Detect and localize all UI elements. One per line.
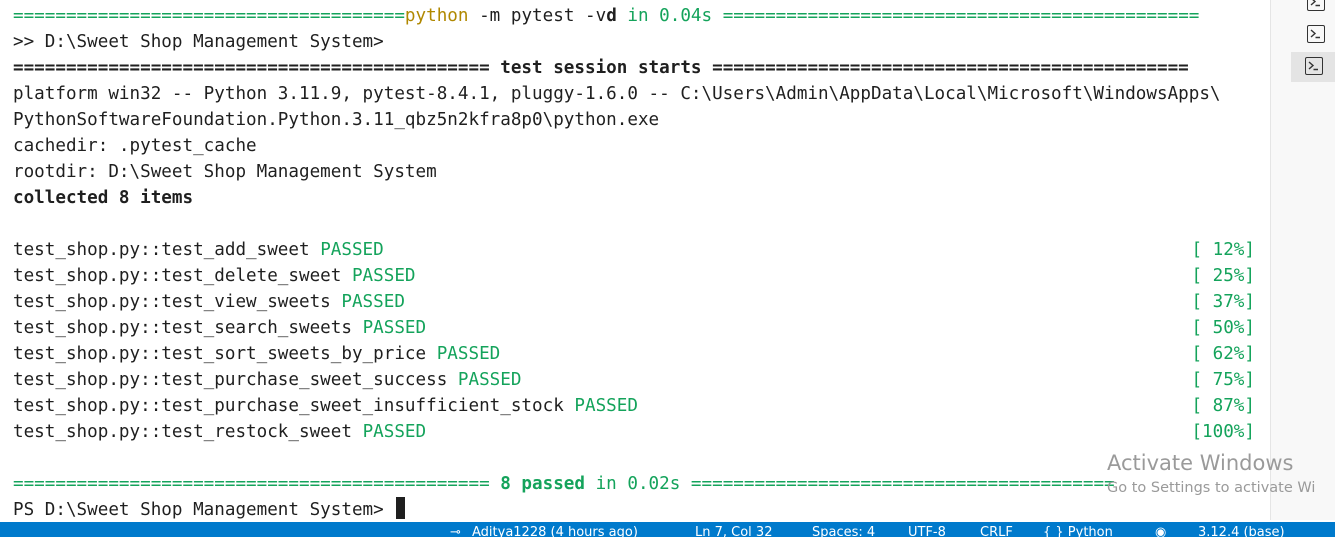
terminal-tab-2[interactable] [1293, 20, 1335, 50]
watermark-title: Activate Windows [1107, 451, 1294, 475]
test-result-row: test_shop.py::test_restock_sweet PASSED [… [13, 419, 1270, 445]
test-status: PASSED [436, 344, 501, 364]
test-result-row: test_shop.py::test_delete_sweet PASSED [ … [13, 263, 1270, 289]
test-status: PASSED [362, 422, 427, 442]
test-progress: [ 75%] [1191, 370, 1255, 390]
cursor-position[interactable]: Ln 7, Col 32 [695, 523, 772, 537]
platform-info-line: platform win32 -- Python 3.11.9, pytest-… [13, 84, 1221, 104]
test-name: test_shop.py::test_delete_sweet [13, 266, 342, 286]
python-interpreter[interactable]: 3.12.4 (base) [1198, 523, 1285, 537]
terminal-list-panel [1270, 0, 1335, 520]
test-name: test_shop.py::test_sort_sweets_by_price [13, 344, 427, 364]
test-name: test_shop.py::test_view_sweets [13, 292, 331, 312]
active-prompt-line[interactable]: PS D:\Sweet Shop Management System> [13, 497, 406, 520]
session-start-banner: ========================================… [13, 58, 1189, 78]
summary-banner: ========================================… [13, 474, 1115, 494]
test-status: PASSED [574, 396, 638, 416]
git-blame-status[interactable]: Aditya1228 (4 hours ago) [472, 523, 638, 537]
test-status: PASSED [320, 240, 384, 260]
file-encoding[interactable]: UTF-8 [908, 523, 946, 537]
activate-windows-watermark: Activate Windows Go to Settings to activ… [1107, 450, 1315, 498]
terminal-panel[interactable]: =====================================pyt… [0, 0, 1270, 520]
rootdir-line: rootdir: D:\Sweet Shop Management System [13, 162, 437, 182]
test-result-row: test_shop.py::test_add_sweet PASSED [ 12%… [13, 237, 1270, 263]
status-bar: ⊸ Aditya1228 (4 hours ago) Ln 7, Col 32 … [0, 522, 1335, 537]
terminal-tab-1[interactable] [1293, 0, 1335, 18]
command-prompt-line: >> D:\Sweet Shop Management System> [13, 32, 384, 52]
prompt-text: PS D:\Sweet Shop Management System> [13, 500, 395, 520]
test-progress: [ 87%] [1191, 396, 1255, 416]
test-result-row: test_shop.py::test_purchase_sweet_insuff… [13, 393, 1270, 419]
test-name: test_shop.py::test_restock_sweet [13, 422, 352, 442]
indentation-spaces[interactable]: Spaces: 4 [812, 523, 875, 537]
copilot-icon[interactable]: ◉ [1155, 523, 1166, 537]
test-progress: [ 37%] [1191, 292, 1255, 312]
test-status: PASSED [457, 370, 522, 390]
test-name: test_shop.py::test_search_sweets [13, 318, 352, 338]
test-progress: [ 62%] [1191, 344, 1255, 364]
language-mode[interactable]: { } Python [1043, 523, 1113, 537]
text-cursor [396, 497, 406, 519]
terminal-icon [1305, 57, 1323, 75]
test-result-row: test_shop.py::test_search_sweets PASSED [… [13, 315, 1270, 341]
test-status: PASSED [341, 292, 405, 312]
pytest-command-header: =====================================pyt… [13, 6, 1200, 26]
end-of-line[interactable]: CRLF [980, 523, 1013, 537]
test-status: PASSED [362, 318, 427, 338]
test-result-row: test_shop.py::test_sort_sweets_by_price … [13, 341, 1270, 367]
cachedir-line: cachedir: .pytest_cache [13, 136, 257, 156]
platform-info-line-continued: PythonSoftwareFoundation.Python.3.11_qbz… [13, 110, 660, 130]
test-progress: [ 12%] [1191, 240, 1255, 260]
test-name: test_shop.py::test_purchase_sweet_insuff… [13, 396, 564, 416]
test-progress: [100%] [1191, 422, 1255, 442]
test-progress: [ 25%] [1191, 266, 1255, 286]
watermark-subtitle: Go to Settings to activate Wi [1107, 480, 1316, 496]
test-result-row: test_shop.py::test_purchase_sweet_succes… [13, 367, 1270, 393]
test-result-row: test_shop.py::test_view_sweets PASSED [ 3… [13, 289, 1270, 315]
collected-items-line: collected 8 items [13, 188, 194, 208]
terminal-icon [1307, 0, 1325, 11]
terminal-icon [1307, 25, 1325, 43]
test-status: PASSED [351, 266, 416, 286]
test-progress: [ 50%] [1191, 318, 1255, 338]
git-commit-icon: ⊸ [450, 525, 461, 537]
terminal-tab-active[interactable] [1291, 52, 1335, 82]
test-name: test_shop.py::test_purchase_sweet_succes… [13, 370, 448, 390]
test-name: test_shop.py::test_add_sweet [13, 240, 310, 260]
